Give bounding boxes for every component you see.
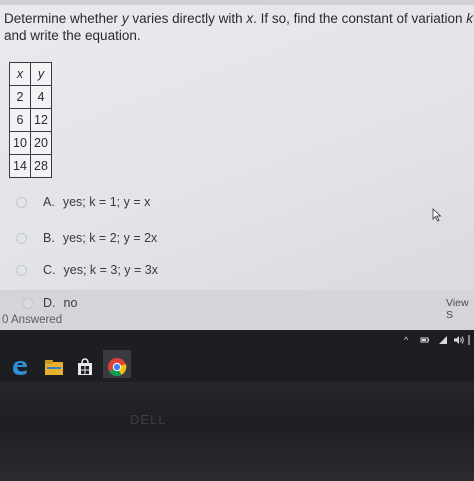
chrome-icon[interactable] [106,356,128,378]
mouse-cursor-icon [432,208,442,222]
table-cell: 10 [9,131,31,155]
top-strip [0,0,474,5]
table-cell: 12 [30,108,52,132]
table-row: 10 20 [9,131,52,155]
answered-count: 0 Answered [2,314,63,326]
volume-icon[interactable] [453,335,465,345]
option-b[interactable]: B. yes; k = 2; y = 2x [16,229,157,247]
table-row: 2 4 [9,85,52,109]
table-cell: 20 [30,131,52,155]
monitor-logo: DELL [130,412,167,427]
option-c-letter: C. [43,263,56,277]
radio-button-d[interactable] [22,297,33,309]
option-d[interactable]: D. no [22,294,77,312]
table-header-x: x [9,62,31,86]
xy-table: x y 2 4 6 12 10 20 14 28 [9,62,52,178]
table-cell: 2 [9,85,31,109]
radio-button-b[interactable] [16,232,27,244]
option-a-letter: A. [43,195,55,209]
table-header-y: y [30,62,52,86]
option-c[interactable]: C. yes; k = 3; y = 3x [16,261,158,279]
option-a[interactable]: A. yes; k = 1; y = x [16,193,150,211]
edge-browser-icon[interactable] [9,356,31,378]
view-button[interactable]: View S [446,297,474,321]
table-cell: 28 [30,154,52,178]
table-cell: 4 [30,85,52,109]
option-a-label: yes; k = 1; y = x [62,195,151,209]
table-header-row: x y [9,62,52,86]
monitor-bezel [0,382,474,481]
file-explorer-icon[interactable] [43,356,65,378]
quiz-screen: Determine whether y varies directly with… [0,0,474,342]
option-d-label: no [63,296,78,310]
table-cell: 6 [9,108,31,132]
network-icon[interactable] [438,335,448,345]
question-text: Determine whether y varies directly with… [4,11,473,43]
battery-icon[interactable] [420,335,430,345]
table-row: 14 28 [9,154,52,178]
table-cell: 14 [9,154,31,178]
radio-button-c[interactable] [16,264,27,276]
option-b-letter: B. [43,231,55,245]
table-row: 6 12 [9,108,52,132]
show-desktop-button[interactable] [468,335,470,345]
option-c-label: yes; k = 3; y = 3x [63,263,159,277]
radio-button-a[interactable] [16,196,27,208]
option-b-label: yes; k = 2; y = 2x [62,231,158,245]
tray-chevron-icon[interactable]: ^ [404,335,408,345]
store-icon[interactable] [74,356,96,378]
taskbar [0,330,474,382]
option-d-letter: D. [43,296,56,310]
